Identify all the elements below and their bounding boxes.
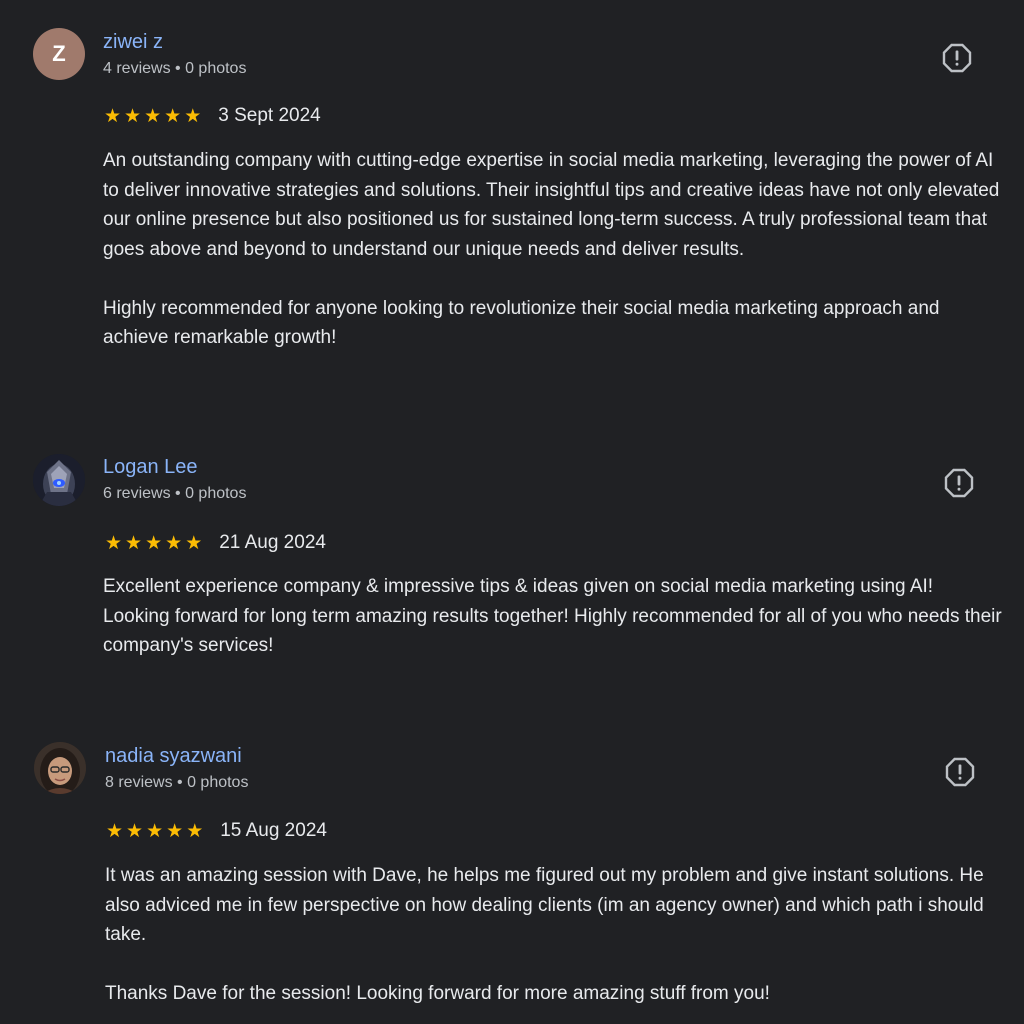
star-icon: ★	[186, 820, 204, 842]
star-icon: ★	[184, 105, 202, 127]
person-photo-avatar-icon[interactable]	[34, 742, 86, 794]
star-rating: ★ ★ ★ ★ ★	[106, 822, 203, 841]
review-date: 15 Aug 2024	[220, 820, 327, 841]
review-text: It was an amazing session with Dave, he …	[105, 861, 1010, 1009]
report-flag-icon[interactable]	[944, 468, 974, 498]
reviewer-name[interactable]: Logan Lee	[103, 456, 198, 479]
robot-avatar-icon[interactable]	[33, 454, 85, 506]
star-icon: ★	[146, 820, 164, 842]
star-icon: ★	[105, 532, 123, 554]
rating-row: ★ ★ ★ ★ ★ 3 Sept 2024	[104, 103, 321, 129]
review-text: An outstanding company with cutting-edge…	[103, 146, 1003, 353]
review-paragraph: Highly recommended for anyone looking to…	[103, 297, 940, 349]
review-paragraph: An outstanding company with cutting-edge…	[103, 150, 1000, 260]
review-paragraph: It was an amazing session with Dave, he …	[105, 865, 984, 945]
star-icon: ★	[185, 532, 203, 554]
star-icon: ★	[125, 532, 143, 554]
reviewer-meta: 4 reviews • 0 photos	[103, 60, 247, 77]
reviewer-meta: 6 reviews • 0 photos	[103, 485, 247, 502]
star-rating: ★ ★ ★ ★ ★	[105, 534, 202, 553]
reviewer-name[interactable]: ziwei z	[103, 31, 163, 54]
star-icon: ★	[166, 820, 184, 842]
rating-row: ★ ★ ★ ★ ★ 21 Aug 2024	[105, 530, 326, 556]
reviewer-name[interactable]: nadia syazwani	[105, 745, 242, 768]
avatar-letter: Z	[52, 41, 66, 66]
star-icon: ★	[144, 105, 162, 127]
star-rating: ★ ★ ★ ★ ★	[104, 107, 201, 126]
star-icon: ★	[124, 105, 142, 127]
review-text: Excellent experience company & impressiv…	[103, 572, 1003, 661]
review-date: 3 Sept 2024	[218, 105, 321, 126]
reviewer-meta: 8 reviews • 0 photos	[105, 774, 249, 791]
avatar[interactable]: Z	[33, 28, 85, 80]
star-icon: ★	[104, 105, 122, 127]
report-flag-icon[interactable]	[945, 757, 975, 787]
rating-row: ★ ★ ★ ★ ★ 15 Aug 2024	[106, 818, 327, 844]
star-icon: ★	[165, 532, 183, 554]
star-icon: ★	[164, 105, 182, 127]
star-icon: ★	[126, 820, 144, 842]
star-icon: ★	[145, 532, 163, 554]
review-paragraph: Thanks Dave for the session! Looking for…	[105, 983, 770, 1004]
report-flag-icon[interactable]	[942, 43, 972, 73]
star-icon: ★	[106, 820, 124, 842]
review-paragraph: Excellent experience company & impressiv…	[103, 576, 1002, 656]
review-date: 21 Aug 2024	[219, 532, 326, 553]
